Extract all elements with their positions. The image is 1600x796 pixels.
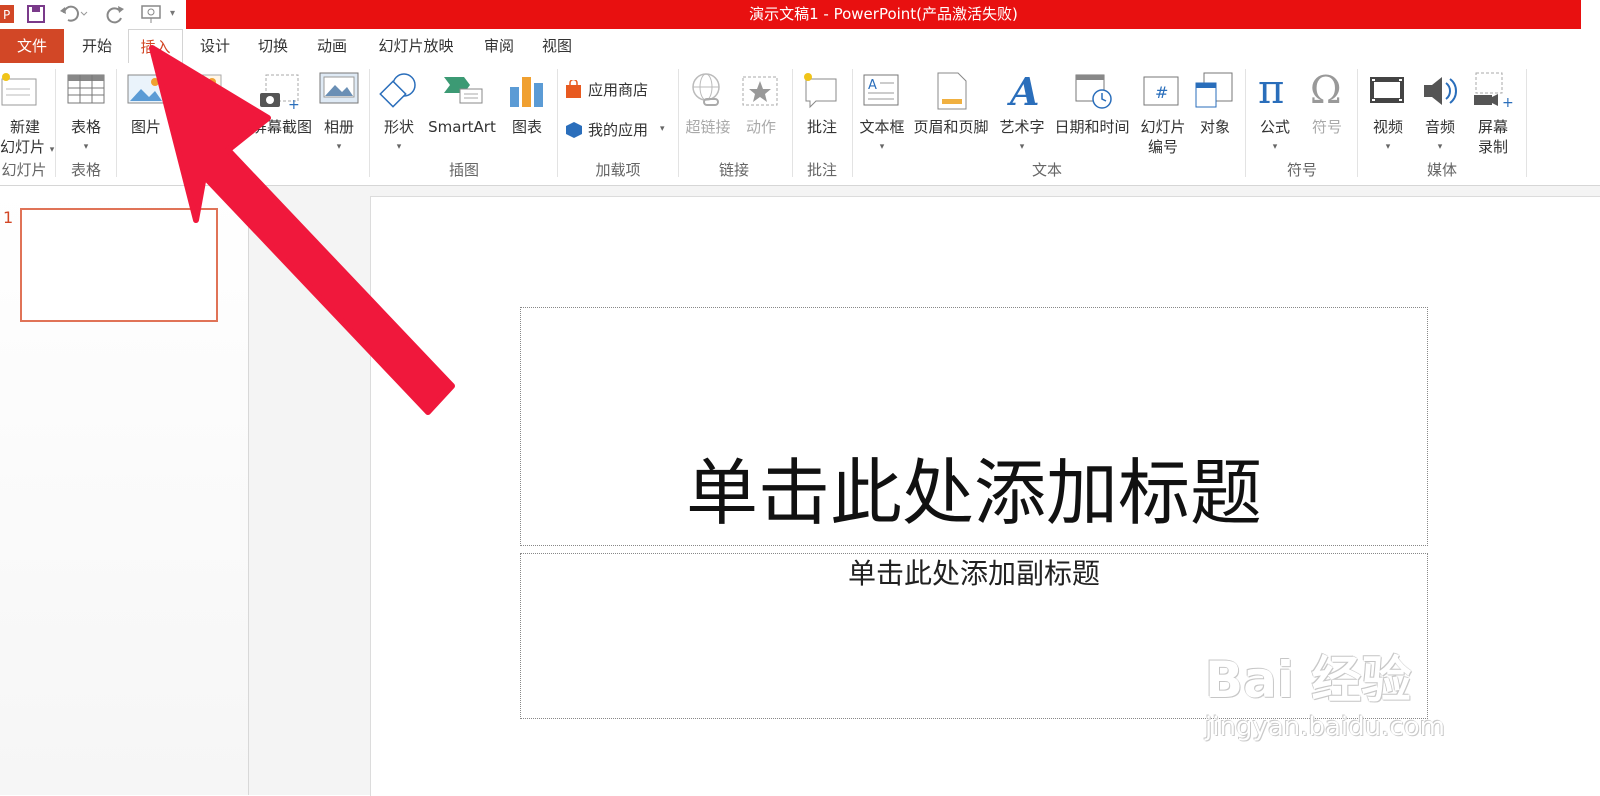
annotation-arrow-icon bbox=[149, 45, 455, 415]
